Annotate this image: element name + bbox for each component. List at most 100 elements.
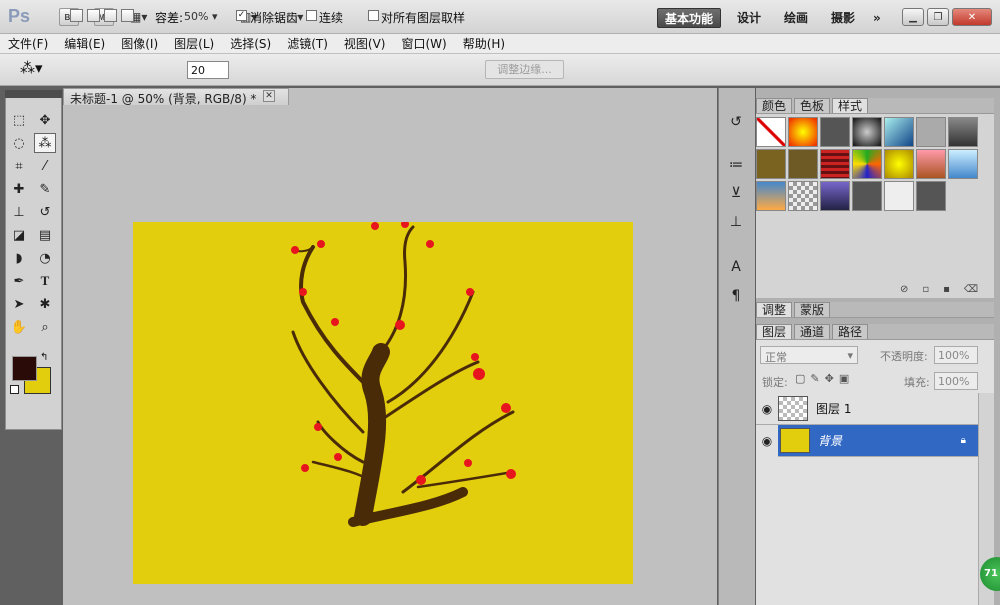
menu-layer[interactable]: 图层(L) [166, 35, 222, 52]
zoom-level[interactable]: 50% ▾ [184, 10, 217, 23]
menu-view[interactable]: 视图(V) [336, 35, 394, 52]
zoom-tool-icon[interactable]: ⌕ [34, 317, 56, 337]
photoshop-logo: Ps [8, 6, 31, 26]
menu-filter[interactable]: 滤镜(T) [279, 35, 336, 52]
blend-mode-select[interactable]: 正常 ▾ [760, 346, 858, 364]
shape-tool-icon[interactable]: ✱ [34, 294, 56, 314]
eyedropper-tool-icon[interactable]: ⁄ [34, 156, 56, 176]
restore-icon[interactable]: ❐ [927, 8, 949, 26]
menu-select[interactable]: 选择(S) [222, 35, 279, 52]
style-swatch[interactable] [788, 149, 818, 179]
style-swatch[interactable] [820, 149, 850, 179]
magic-wand-tool-icon[interactable]: ⁂ [34, 133, 56, 153]
menu-window[interactable]: 窗口(W) [393, 35, 454, 52]
menu-edit[interactable]: 编辑(E) [56, 35, 113, 52]
tab-layers[interactable]: 图层 [756, 324, 793, 339]
style-swatch[interactable] [788, 117, 818, 147]
layer-thumbnail [780, 428, 810, 453]
history-brush-tool-icon[interactable]: ↺ [34, 202, 56, 222]
default-colors-icon[interactable] [10, 385, 19, 394]
contiguous-checkbox[interactable] [306, 10, 317, 21]
style-swatch[interactable] [820, 181, 850, 211]
new-selection-icon[interactable] [70, 9, 83, 22]
minimize-icon[interactable]: ▁ [902, 8, 924, 26]
style-swatch[interactable] [916, 149, 946, 179]
paragraph-panel-icon[interactable]: ¶ [726, 286, 746, 306]
opacity-input[interactable]: 100% [934, 346, 978, 364]
brush-presets-icon[interactable]: ≔ [726, 155, 746, 175]
workspace-photography[interactable]: 摄影 [824, 8, 862, 28]
style-swatch[interactable] [884, 181, 914, 211]
path-selection-tool-icon[interactable]: ➤ [8, 294, 30, 314]
layer-row-selected[interactable]: ◉ 背景 🔒︎ [756, 424, 978, 457]
magic-wand-preset-icon[interactable]: ⁂▾ [20, 59, 43, 77]
tab-channels[interactable]: 通道 [794, 324, 831, 339]
move-tool-icon[interactable]: ✥ [34, 110, 56, 130]
layer-row[interactable]: ◉ 图层 1 [756, 393, 978, 425]
gradient-tool-icon[interactable]: ▤ [34, 225, 56, 245]
subtract-selection-icon[interactable] [104, 9, 117, 22]
style-swatch[interactable] [948, 149, 978, 179]
tab-swatches[interactable]: 色板 [794, 98, 831, 113]
style-swatch[interactable] [756, 149, 786, 179]
tab-adjustments[interactable]: 调整 [756, 302, 793, 317]
sample-all-checkbox[interactable] [368, 10, 379, 21]
blur-tool-icon[interactable]: ◗ [8, 248, 30, 268]
tool-presets-icon[interactable]: ⊥ [726, 212, 746, 232]
swap-colors-icon[interactable]: ↰ [40, 352, 48, 363]
foreground-color-swatch[interactable] [12, 356, 37, 381]
refine-edge-button[interactable]: 调整边缘... [485, 60, 564, 79]
visibility-eye-icon[interactable]: ◉ [756, 424, 778, 457]
menu-file[interactable]: 文件(F) [0, 35, 56, 52]
document-close-icon[interactable]: ✕ [263, 90, 275, 102]
clone-stamp-tool-icon[interactable]: ⊥ [8, 202, 30, 222]
menu-help[interactable]: 帮助(H) [455, 35, 513, 52]
workspace-essentials[interactable]: 基本功能 [657, 8, 722, 28]
marquee-tool-icon[interactable]: ⬚ [8, 110, 30, 130]
lock-options-icons[interactable]: ▢✎✥▣ [795, 372, 854, 385]
visibility-eye-icon[interactable]: ◉ [756, 402, 778, 416]
style-swatch[interactable] [916, 117, 946, 147]
style-swatch[interactable] [756, 181, 786, 211]
style-swatch[interactable] [852, 149, 882, 179]
hand-tool-icon[interactable]: ✋ [8, 317, 30, 337]
style-swatch[interactable] [852, 117, 882, 147]
style-swatch[interactable] [852, 181, 882, 211]
tolerance-input[interactable]: 20 [187, 61, 229, 79]
pen-tool-icon[interactable]: ✒ [8, 271, 30, 291]
tab-styles[interactable]: 样式 [832, 98, 869, 113]
canvas[interactable] [133, 220, 633, 584]
workspace-design[interactable]: 设计 [730, 8, 768, 28]
healing-brush-tool-icon[interactable]: ✚ [8, 179, 30, 199]
dodge-tool-icon[interactable]: ◔ [34, 248, 56, 268]
style-swatch[interactable] [788, 181, 818, 211]
fill-input[interactable]: 100% [934, 372, 978, 390]
style-swatch[interactable] [948, 117, 978, 147]
workspace-painting[interactable]: 绘画 [777, 8, 815, 28]
add-selection-icon[interactable] [87, 9, 100, 22]
document-tab[interactable]: 未标题-1 @ 50% (背景, RGB/8) * [63, 88, 289, 106]
antialias-checkbox[interactable]: ✓ [236, 10, 247, 21]
tab-paths[interactable]: 路径 [832, 324, 869, 339]
eraser-tool-icon[interactable]: ◪ [8, 225, 30, 245]
character-panel-icon[interactable]: A [726, 257, 746, 277]
menu-image[interactable]: 图像(I) [113, 35, 166, 52]
type-tool-icon[interactable]: T [34, 271, 56, 291]
clone-source-icon[interactable]: ⊻ [726, 183, 746, 203]
style-swatch[interactable] [884, 149, 914, 179]
tab-masks[interactable]: 蒙版 [794, 302, 831, 317]
brush-tool-icon[interactable]: ✎ [34, 179, 56, 199]
more-workspaces-icon[interactable]: » [866, 8, 888, 28]
history-panel-icon[interactable]: ↺ [726, 112, 746, 132]
close-icon[interactable]: ✕ [952, 8, 992, 26]
contiguous-label: 连续 [319, 11, 344, 25]
crop-tool-icon[interactable]: ⌗ [8, 156, 30, 176]
style-none[interactable] [756, 117, 786, 147]
lasso-tool-icon[interactable]: ◌ [8, 133, 30, 153]
style-swatch[interactable] [820, 117, 850, 147]
styles-footer-icons[interactable]: ⊘▫▪⌫ [900, 284, 992, 295]
style-swatch[interactable] [884, 117, 914, 147]
intersect-selection-icon[interactable] [121, 9, 134, 22]
style-swatch[interactable] [916, 181, 946, 211]
tab-color[interactable]: 颜色 [756, 98, 793, 113]
